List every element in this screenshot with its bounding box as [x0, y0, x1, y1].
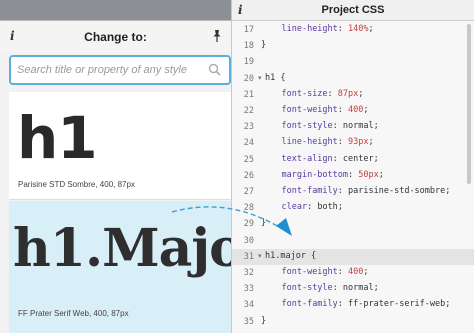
style-list: h1 Parisine STD Sombre, 400, 87px h1.Maj…	[9, 92, 231, 333]
code-line[interactable]: 26 margin-bottom: 50px;	[232, 168, 474, 184]
line-number: 34	[243, 300, 254, 311]
code-text: font-size: 87px;	[281, 88, 364, 99]
style-item-h1[interactable]: h1 Parisine STD Sombre, 400, 87px	[9, 92, 231, 200]
search-icon[interactable]	[208, 63, 221, 76]
code-line[interactable]: 24 line-height: 93px;	[232, 135, 474, 151]
code-text: font-weight: 400;	[281, 267, 369, 277]
style-caption: Parisine STD Sombre, 400, 87px	[18, 180, 135, 189]
code-text: margin-bottom: 50px;	[281, 169, 384, 180]
line-number: 29	[243, 219, 254, 230]
line-number: 33	[243, 284, 254, 295]
code-line[interactable]: 20 ▾ h1 {	[232, 71, 474, 87]
style-sample: h1.Major	[13, 218, 231, 279]
search-input[interactable]	[17, 64, 207, 76]
code-line[interactable]: 34 font-family: ff-prater-serif-web;	[232, 297, 474, 313]
line-number: 18	[243, 41, 254, 52]
line-number: 27	[243, 187, 254, 197]
info-icon[interactable]: i	[238, 3, 243, 17]
code-text: h1 {	[265, 72, 286, 83]
line-number: 21	[243, 89, 254, 100]
line-number: 17	[243, 25, 254, 35]
line-number: 24	[243, 138, 254, 149]
search-field[interactable]	[9, 55, 231, 85]
code-text: font-weight: 400;	[281, 105, 369, 115]
code-text: line-height: 93px;	[281, 137, 374, 148]
code-text: clear: both;	[281, 202, 343, 213]
style-picker-panel: i Change to: h1 Parisine STD Sombre, 400…	[0, 0, 232, 333]
line-number: 30	[243, 235, 254, 246]
code-text: font-style: normal;	[281, 121, 379, 132]
project-css-header: i Project CSS	[232, 0, 474, 21]
code-line[interactable]: 29}	[232, 216, 474, 232]
code-line[interactable]: 18}	[232, 38, 474, 54]
code-text: }	[261, 315, 267, 326]
code-line[interactable]: 28 clear: both;	[232, 200, 474, 216]
panel-title: Project CSS	[321, 4, 385, 16]
code-text: font-style: normal;	[281, 283, 379, 294]
panel-title: Change to:	[84, 30, 147, 44]
fold-arrow-icon[interactable]: ▾	[258, 252, 262, 260]
code-text: font-family: ff-prater-serif-web;	[281, 299, 451, 310]
line-number: 28	[243, 203, 254, 214]
line-number: 26	[243, 170, 254, 181]
code-text: }	[261, 40, 267, 51]
code-line[interactable]: 32 font-weight: 400;	[232, 265, 474, 281]
line-number: 20	[243, 73, 254, 84]
info-icon[interactable]: i	[10, 29, 15, 43]
code-line[interactable]: 17 line-height: 140%;	[232, 22, 474, 38]
code-text: text-align: center;	[281, 153, 379, 164]
line-number: 19	[243, 57, 254, 68]
style-sample: h1	[17, 104, 98, 172]
css-code-editor[interactable]: 17 line-height: 140%; 18} 19 20 ▾ h1 {21 font…	[232, 21, 474, 333]
code-text: line-height: 140%;	[281, 24, 374, 34]
code-line[interactable]: 27 font-family: parisine-std-sombre;	[232, 184, 474, 200]
line-number: 35	[243, 316, 254, 327]
line-number: 32	[243, 268, 254, 278]
fold-arrow-icon[interactable]: ▾	[258, 74, 262, 82]
style-picker-header: i Change to:	[0, 21, 231, 53]
line-number: 31	[243, 251, 254, 262]
pin-icon[interactable]	[211, 29, 223, 43]
code-line[interactable]: 19	[232, 54, 474, 70]
code-line[interactable]: 30	[232, 233, 474, 249]
line-number: 25	[243, 154, 254, 165]
style-caption: FF Prater Serif Web, 400, 87px	[18, 309, 129, 318]
top-strip	[0, 0, 231, 21]
code-line[interactable]: 21 font-size: 87px;	[232, 87, 474, 103]
scrollbar[interactable]	[467, 24, 471, 184]
code-line[interactable]: 31 ▾ h1.major {	[232, 248, 474, 265]
code-line[interactable]: 22 font-weight: 400;	[232, 103, 474, 119]
code-line[interactable]: 33 font-style: normal;	[232, 281, 474, 297]
code-text: h1.major {	[265, 250, 317, 261]
style-item-h1-major[interactable]: h1.Major FF Prater Serif Web, 400, 87px	[9, 201, 231, 333]
project-css-panel: i Project CSS 17 line-height: 140%; 18} 19…	[232, 0, 474, 333]
code-line[interactable]: 25 text-align: center;	[232, 152, 474, 168]
code-line[interactable]: 23 font-style: normal;	[232, 119, 474, 135]
code-text: font-family: parisine-std-sombre;	[281, 186, 451, 196]
line-number: 22	[243, 106, 254, 116]
line-number: 23	[243, 122, 254, 133]
code-line[interactable]: 35}	[232, 314, 474, 330]
code-text: }	[261, 218, 267, 229]
